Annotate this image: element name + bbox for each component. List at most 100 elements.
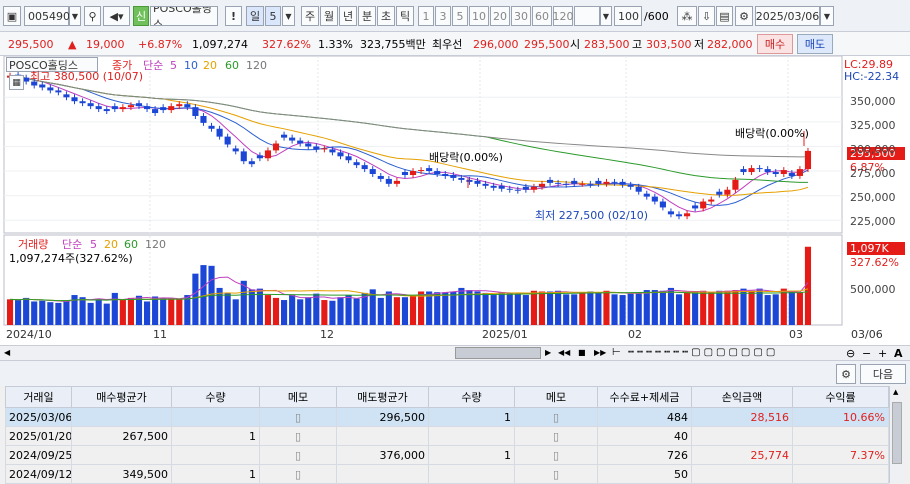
interval-120-button[interactable]: 120 <box>553 6 574 26</box>
column-header[interactable]: 수량 <box>171 386 260 408</box>
panel-gear-icon[interactable]: ⚙ <box>836 364 856 384</box>
grid-toggle-icon[interactable]: ▦ <box>9 75 24 90</box>
memo-icon[interactable]: ▯ <box>295 468 301 481</box>
period-week-button[interactable]: 주 <box>301 6 319 26</box>
period-minute-button[interactable]: 분 <box>358 6 376 26</box>
table-row[interactable]: 2025/03/06 ▯ 296,500 1 ▯ 484 28,516 10.66% <box>5 407 889 427</box>
chart-tools-icon[interactable]: ┅┅┅┅┅┅┅▢▢▢▢▢▢▢ <box>628 348 778 358</box>
candle <box>143 106 151 110</box>
volume-bar <box>6 299 14 325</box>
chart-scrollbar[interactable]: ◀ ▶ ◀◀ ■ ▶▶ ⊢ ┅┅┅┅┅┅┅▢▢▢▢▢▢▢ ⊖ − + A <box>0 345 910 361</box>
chart-menu-icon[interactable]: ▣ <box>3 6 21 26</box>
interval-5-button[interactable]: 5 <box>452 6 468 26</box>
price-change: 19,000 <box>86 38 125 51</box>
column-header[interactable]: 손익금액 <box>691 386 793 408</box>
interval-10-button[interactable]: 10 <box>469 6 489 26</box>
stop-icon[interactable]: ■ <box>578 349 586 357</box>
volume-bar <box>79 297 86 325</box>
memo-icon[interactable]: ▯ <box>295 411 301 424</box>
hc-indicator: HC:-22.34 <box>844 70 900 83</box>
font-size-icon[interactable]: A <box>894 348 903 359</box>
interval-60-button[interactable]: 60 <box>532 6 552 26</box>
legend-vol-ma60: 60 <box>124 238 138 251</box>
candle <box>667 211 675 215</box>
interval-dropdown-icon[interactable]: ▼ <box>600 6 612 26</box>
candlestick-chart[interactable] <box>0 56 910 345</box>
candle <box>63 94 70 98</box>
candle <box>401 172 409 175</box>
memo-icon[interactable]: ▯ <box>553 468 559 481</box>
column-header[interactable]: 매도평균가 <box>336 386 429 408</box>
scroll-left-icon[interactable]: ◀ <box>4 349 10 357</box>
period-second-button[interactable]: 초 <box>377 6 395 26</box>
memo-icon[interactable]: ▯ <box>553 449 559 462</box>
stock-name-field[interactable]: POSCO홀딩스 <box>150 6 218 26</box>
indicator-icon[interactable]: ⁂ <box>677 6 697 26</box>
y-label-300000: 300,000 <box>850 143 896 156</box>
column-header[interactable]: 메모 <box>514 386 598 408</box>
dividend-annotation-1: 배당락(0.00%) <box>429 151 503 164</box>
period-tick-button[interactable]: 틱 <box>396 6 414 26</box>
volume-bar <box>708 292 715 325</box>
range-icon[interactable]: ⊢ <box>612 348 621 358</box>
period-dropdown-icon[interactable]: ▼ <box>282 6 295 26</box>
column-header[interactable]: 수량 <box>428 386 515 408</box>
candle <box>321 148 328 150</box>
memo-icon[interactable]: ▯ <box>553 411 559 424</box>
gear-icon[interactable]: ⚙ <box>735 6 753 26</box>
period-month-button[interactable]: 월 <box>320 6 338 26</box>
best-ask: 296,000 <box>473 38 519 51</box>
code-dropdown-icon[interactable]: ▼ <box>69 6 81 26</box>
memo-icon[interactable]: ▯ <box>553 430 559 443</box>
column-header[interactable]: 매수평균가 <box>71 386 172 408</box>
table-scroll-up-icon[interactable]: ▲ <box>893 389 898 396</box>
scroll-right-icon[interactable]: ▶ <box>545 349 551 357</box>
stock-code-input[interactable]: 005490 <box>24 6 70 26</box>
search-icon[interactable]: ⚲ <box>84 6 101 26</box>
column-header[interactable]: 거래일 <box>5 386 72 408</box>
date-dropdown-icon[interactable]: ▼ <box>820 6 834 26</box>
table-scrollbar[interactable]: ▲ <box>889 386 904 483</box>
table-cell <box>691 464 793 484</box>
candle <box>748 168 755 173</box>
volume-bar <box>160 297 167 325</box>
buy-button[interactable]: 매수 <box>757 34 793 54</box>
date-input[interactable]: 2025/03/06 <box>755 6 820 26</box>
period-count-input[interactable]: 5 <box>265 6 281 26</box>
download-icon[interactable]: ⇩ <box>698 6 715 26</box>
interval-20-button[interactable]: 20 <box>490 6 510 26</box>
table-row[interactable]: 2024/09/25 ▯ 376,000 1 ▯ 726 25,774 7.37% <box>5 445 889 465</box>
table-cell: 10.66% <box>792 407 889 427</box>
period-day-button[interactable]: 일 <box>246 6 264 26</box>
volume-bar <box>385 291 392 325</box>
warning-icon[interactable]: ! <box>225 6 242 26</box>
scroll-thumb[interactable] <box>455 347 541 359</box>
memo-icon[interactable]: ▯ <box>295 430 301 443</box>
zoom-out-icon[interactable]: ⊖ <box>846 348 855 359</box>
memo-icon[interactable]: ▯ <box>295 449 301 462</box>
sound-icon[interactable]: ◀▾ <box>103 6 130 26</box>
interval-30-button[interactable]: 30 <box>511 6 531 26</box>
y-label-350000: 350,000 <box>850 95 896 108</box>
column-header[interactable]: 수익률 <box>792 386 889 408</box>
table-cell: 726 <box>597 445 692 465</box>
sell-button[interactable]: 매도 <box>797 34 833 54</box>
table-cell: ▯ <box>259 445 337 465</box>
minus-icon[interactable]: − <box>862 348 871 359</box>
next-button[interactable]: 다음 <box>860 364 906 384</box>
column-header[interactable]: 수수료+제세금 <box>597 386 692 408</box>
save-icon[interactable]: ▤ <box>716 6 733 26</box>
display-count-input[interactable]: 100 <box>614 6 642 26</box>
rewind-icon[interactable]: ◀◀ <box>558 349 570 357</box>
period-year-button[interactable]: 년 <box>339 6 357 26</box>
table-row[interactable]: 2024/09/12 349,500 1 ▯ ▯ 50 <box>5 464 889 484</box>
table-row[interactable]: 2025/01/20 267,500 1 ▯ ▯ 40 <box>5 426 889 446</box>
interval-3-button[interactable]: 3 <box>435 6 451 26</box>
plus-icon[interactable]: + <box>878 348 887 359</box>
custom-interval-input[interactable] <box>574 6 600 26</box>
interval-1-button[interactable]: 1 <box>418 6 434 26</box>
volume-bar <box>490 295 497 325</box>
table-scroll-thumb[interactable] <box>892 402 902 464</box>
column-header[interactable]: 메모 <box>259 386 337 408</box>
forward-icon[interactable]: ▶▶ <box>594 349 606 357</box>
